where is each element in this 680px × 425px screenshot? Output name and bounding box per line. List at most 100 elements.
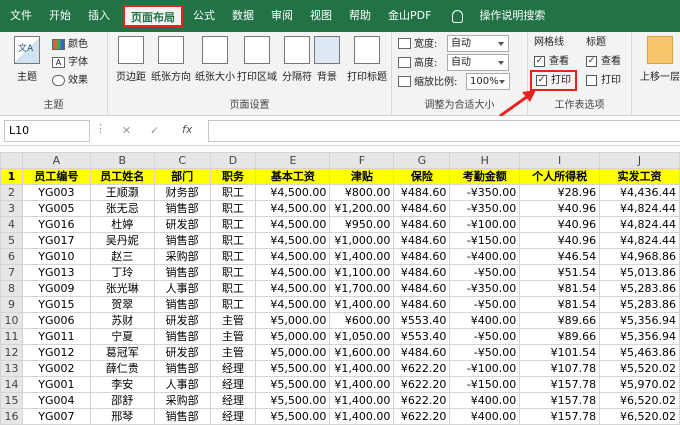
row-header[interactable]: 8 (0, 280, 23, 297)
cell[interactable]: ¥622.20 (393, 360, 451, 377)
row-header[interactable]: 6 (0, 248, 23, 265)
cell[interactable]: ¥950.00 (329, 216, 395, 233)
cell[interactable]: 实发工资 (599, 168, 680, 185)
row-header[interactable]: 9 (0, 296, 23, 313)
cell[interactable]: ¥484.60 (393, 280, 451, 297)
cancel-icon[interactable]: ✕ (122, 124, 131, 137)
cell[interactable]: -¥350.00 (449, 200, 521, 217)
cell[interactable]: ¥4,968.86 (599, 248, 680, 265)
row-header[interactable]: 14 (0, 376, 23, 393)
cell[interactable]: ¥157.78 (519, 392, 601, 409)
cell[interactable]: -¥50.00 (449, 328, 521, 345)
cell[interactable]: 员工编号 (21, 168, 91, 185)
cell[interactable]: ¥5,500.00 (255, 360, 331, 377)
column-header[interactable]: G (393, 152, 451, 169)
cell[interactable]: ¥5,500.00 (255, 408, 331, 425)
cell[interactable]: ¥5,000.00 (255, 312, 331, 329)
cell[interactable]: -¥100.00 (449, 216, 521, 233)
cell[interactable]: 研发部 (153, 312, 211, 329)
column-header[interactable]: C (153, 152, 211, 169)
cell[interactable]: ¥4,500.00 (255, 216, 331, 233)
cell[interactable]: ¥157.78 (519, 408, 601, 425)
cell[interactable]: ¥484.60 (393, 248, 451, 265)
cell[interactable]: 贺翠 (89, 296, 155, 313)
cell[interactable]: ¥484.60 (393, 184, 451, 201)
cell[interactable]: 研发部 (153, 216, 211, 233)
cell[interactable]: YG011 (21, 328, 91, 345)
cell[interactable]: ¥46.54 (519, 248, 601, 265)
cell[interactable]: YG012 (21, 344, 91, 361)
column-header[interactable]: I (519, 152, 601, 169)
cell[interactable]: ¥484.60 (393, 200, 451, 217)
cell[interactable]: ¥5,283.86 (599, 280, 680, 297)
cell[interactable]: ¥4,500.00 (255, 232, 331, 249)
row-header[interactable]: 13 (0, 360, 23, 377)
cell[interactable]: ¥5,500.00 (255, 392, 331, 409)
cell[interactable]: ¥4,436.44 (599, 184, 680, 201)
cell[interactable]: YG016 (21, 216, 91, 233)
cell[interactable]: -¥50.00 (449, 264, 521, 281)
cell[interactable]: -¥350.00 (449, 280, 521, 297)
cell[interactable]: YG015 (21, 296, 91, 313)
cell[interactable]: ¥81.54 (519, 280, 601, 297)
row-header[interactable]: 2 (0, 184, 23, 201)
cell[interactable]: ¥40.96 (519, 216, 601, 233)
cell[interactable]: ¥484.60 (393, 296, 451, 313)
formula-input[interactable] (208, 120, 680, 142)
cell[interactable]: 人事部 (153, 280, 211, 297)
cell[interactable]: 职工 (209, 264, 257, 281)
cell[interactable]: YG004 (21, 392, 91, 409)
cell[interactable]: ¥28.96 (519, 184, 601, 201)
cell[interactable]: ¥4,500.00 (255, 184, 331, 201)
select-all-corner[interactable] (0, 152, 23, 169)
column-header[interactable]: A (21, 152, 91, 169)
cell[interactable]: -¥50.00 (449, 344, 521, 361)
cell[interactable]: 销售部 (153, 264, 211, 281)
cell[interactable]: 经理 (209, 408, 257, 425)
cell[interactable]: 职工 (209, 232, 257, 249)
cell[interactable]: YG002 (21, 360, 91, 377)
cell[interactable]: -¥150.00 (449, 376, 521, 393)
column-header[interactable]: B (89, 152, 155, 169)
cell[interactable]: ¥1,400.00 (329, 408, 395, 425)
cell[interactable]: YG007 (21, 408, 91, 425)
cell[interactable]: 李安 (89, 376, 155, 393)
cell[interactable]: YG010 (21, 248, 91, 265)
cell[interactable]: ¥1,400.00 (329, 392, 395, 409)
cell[interactable]: ¥5,000.00 (255, 344, 331, 361)
cell[interactable]: 采购部 (153, 248, 211, 265)
cell[interactable]: YG003 (21, 184, 91, 201)
cell[interactable]: -¥350.00 (449, 184, 521, 201)
function-icon[interactable]: fx (182, 123, 192, 136)
cell[interactable]: YG013 (21, 264, 91, 281)
cell[interactable]: 个人所得税 (519, 168, 601, 185)
cell[interactable]: ¥1,100.00 (329, 264, 395, 281)
cell[interactable]: YG009 (21, 280, 91, 297)
cell[interactable]: 销售部 (153, 200, 211, 217)
cell[interactable]: ¥89.66 (519, 328, 601, 345)
cell[interactable]: 研发部 (153, 344, 211, 361)
cell[interactable]: ¥1,600.00 (329, 344, 395, 361)
cell[interactable]: 财务部 (153, 184, 211, 201)
cell[interactable]: 销售部 (153, 328, 211, 345)
cell[interactable]: ¥553.40 (393, 328, 451, 345)
cell[interactable]: -¥50.00 (449, 296, 521, 313)
cell[interactable]: ¥5,463.86 (599, 344, 680, 361)
cell[interactable]: 邵舒 (89, 392, 155, 409)
cell[interactable]: ¥600.00 (329, 312, 395, 329)
cell[interactable]: -¥400.00 (449, 248, 521, 265)
cell[interactable]: ¥4,500.00 (255, 280, 331, 297)
cell[interactable]: ¥1,400.00 (329, 376, 395, 393)
cell[interactable]: 部门 (153, 168, 211, 185)
cell[interactable]: 经理 (209, 392, 257, 409)
cell[interactable]: 销售部 (153, 232, 211, 249)
cell[interactable]: ¥553.40 (393, 312, 451, 329)
cell[interactable]: ¥484.60 (393, 344, 451, 361)
cell[interactable]: 邢琴 (89, 408, 155, 425)
row-header[interactable]: 15 (0, 392, 23, 409)
cell[interactable]: ¥4,500.00 (255, 248, 331, 265)
cell[interactable]: ¥81.54 (519, 296, 601, 313)
column-header[interactable]: D (209, 152, 257, 169)
row-header[interactable]: 4 (0, 216, 23, 233)
row-header[interactable]: 16 (0, 408, 23, 425)
